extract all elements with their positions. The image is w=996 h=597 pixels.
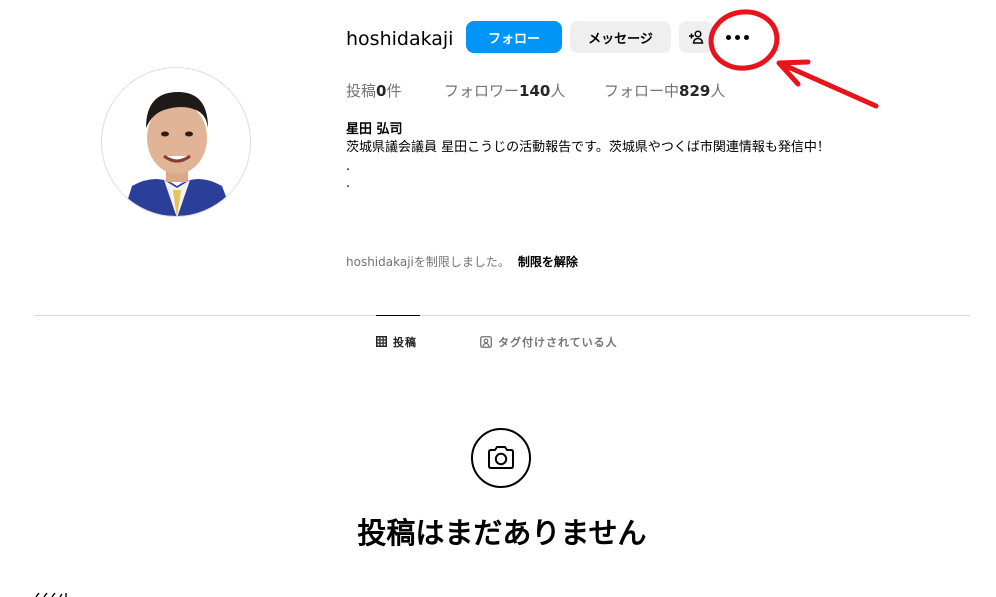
annotation-arrow-shaft [783, 63, 879, 109]
message-button[interactable]: メッセージ [570, 21, 671, 53]
bio-dot-line: . [346, 176, 351, 191]
annotation-arrow-head [776, 59, 811, 87]
profile-bio: 茨城県議会議員 星田こうじの活動報告です。茨城県やつくば市関連情報も発信中！ [346, 140, 830, 155]
restriction-message: hoshidakajiを制限しました。 [346, 255, 510, 269]
stat-following-count: 829 [679, 82, 711, 100]
stat-followers-label: フォロワー [444, 82, 520, 100]
avatar-photo [102, 68, 250, 216]
stat-posts-suffix: 件 [386, 82, 402, 100]
cropped-footer-text [35, 592, 67, 597]
tab-tagged-label: タグ付けされている人 [498, 336, 618, 349]
unrestrict-button[interactable]: 制限を解除 [518, 255, 578, 269]
profile-avatar[interactable] [101, 67, 251, 217]
restriction-notice: hoshidakajiを制限しました。 制限を解除 [346, 253, 578, 271]
empty-state-title: 投稿はまだありません [357, 516, 647, 550]
grid-icon [376, 336, 387, 347]
more-options-button[interactable] [722, 27, 752, 47]
stat-followers[interactable]: フォロワー140人 [444, 81, 565, 101]
stat-followers-count: 140 [519, 82, 551, 100]
tab-posts[interactable]: 投稿 [376, 315, 420, 367]
stat-followers-suffix: 人 [550, 82, 566, 100]
profile-username: hoshidakaji [346, 28, 454, 50]
stat-following-suffix: 人 [710, 82, 726, 100]
footer-fragment [34, 589, 94, 597]
stat-following[interactable]: フォロー中829人 [604, 81, 725, 101]
tagged-person-icon [480, 336, 492, 348]
suggest-accounts-button[interactable] [679, 21, 713, 53]
bio-dot-line: . [346, 159, 351, 174]
stat-posts-label: 投稿 [346, 82, 377, 100]
stat-posts-count: 0 [376, 82, 387, 100]
profile-full-name: 星田 弘司 [346, 122, 403, 137]
profile-page: hoshidakaji フォロー メッセージ 投稿0件 フォロワー140人 フォ… [0, 0, 996, 597]
stat-following-label: フォロー中 [604, 82, 680, 100]
follow-button[interactable]: フォロー [466, 21, 562, 53]
tab-tagged[interactable]: タグ付けされている人 [480, 316, 618, 368]
more-options-icon [725, 34, 749, 40]
stat-posts: 投稿0件 [346, 81, 401, 101]
empty-state-camera [471, 428, 531, 488]
tab-posts-label: 投稿 [393, 335, 417, 349]
camera-icon [488, 446, 514, 469]
person-plus-icon [689, 30, 704, 44]
